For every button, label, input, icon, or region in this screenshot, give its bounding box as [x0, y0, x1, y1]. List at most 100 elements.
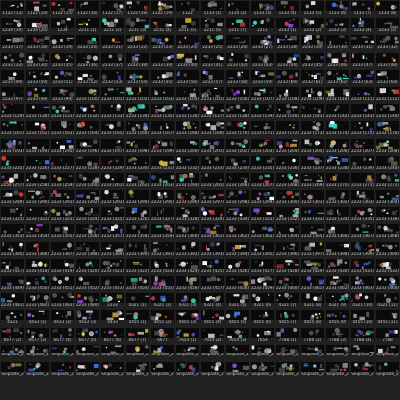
file-item[interactable]: 2233 (427) [250, 258, 275, 275]
file-item[interactable]: 2233 (206) [325, 138, 350, 155]
file-item[interactable]: 2233 (240) [375, 155, 400, 172]
file-item[interactable]: Snipaste_2 [175, 344, 200, 361]
file-item[interactable]: 2233 (140) [275, 103, 300, 120]
file-item[interactable]: 4321 (7) [275, 292, 300, 309]
file-item[interactable]: 2233 (196) [75, 138, 100, 155]
file-item[interactable]: 2233 (459) [250, 275, 275, 292]
file-item[interactable]: 2233 (430) [325, 258, 350, 275]
file-item[interactable]: 4455 (4) [200, 309, 225, 326]
file-item[interactable]: 2233 (294) [125, 189, 150, 206]
file-item[interactable]: 2233 (99) [50, 86, 75, 103]
file-item[interactable]: 1133 (2) [225, 0, 250, 17]
file-item[interactable]: 2233 (163) [50, 120, 75, 137]
file-item[interactable]: 2233 (110) [325, 86, 350, 103]
file-item[interactable]: 2233 (52) [75, 69, 100, 86]
file-item[interactable]: 2233 (301) [300, 189, 325, 206]
file-item[interactable]: 6677 [150, 327, 175, 344]
file-item[interactable]: 4433 (3) [75, 309, 100, 326]
file-item[interactable]: 2233 (303) [350, 189, 375, 206]
file-item[interactable]: 4455 (3) [175, 309, 200, 326]
file-item[interactable]: Snipaste_2 [150, 361, 175, 378]
file-item[interactable]: 2233 (18) [25, 34, 50, 51]
file-item[interactable]: 2233 (230) [125, 155, 150, 172]
file-item[interactable]: 2233 (104) [175, 86, 200, 103]
file-item[interactable]: 4321 (11) [375, 292, 400, 309]
file-item[interactable]: 2233 (170) [225, 120, 250, 137]
file-item[interactable]: 4433 [100, 309, 125, 326]
file-item[interactable]: 2233 (267) [250, 172, 275, 189]
file-item[interactable]: 2233 (326) [125, 206, 150, 223]
file-item[interactable]: 2233 (164) [75, 120, 100, 137]
file-item[interactable]: 6677 (2) [0, 327, 25, 344]
file-item[interactable]: Snipaste_2 [150, 344, 175, 361]
file-item[interactable]: Snipaste_2 [375, 361, 400, 378]
file-item[interactable]: 7788 (4) [350, 327, 375, 344]
file-item[interactable]: 2233 (204) [275, 138, 300, 155]
file-item[interactable]: Snipaste_2 [25, 361, 50, 378]
file-item[interactable]: 2233 (324) [75, 206, 100, 223]
file-item[interactable]: 2233 (365) [300, 223, 325, 240]
file-item[interactable]: 2233 (263) [150, 172, 175, 189]
file-item[interactable]: 2233 (131) [50, 103, 75, 120]
file-item[interactable]: 2233 (44) [275, 52, 300, 69]
file-item[interactable]: 2233 (17) [0, 34, 25, 51]
file-item[interactable]: 1133 (5) [300, 0, 325, 17]
file-item[interactable]: 2233 (461) [300, 275, 325, 292]
file-item[interactable]: 2211 (5) [175, 17, 200, 34]
file-item[interactable]: 2233 (22) [125, 34, 150, 51]
file-item[interactable]: 2233 (26) [225, 34, 250, 51]
file-item[interactable]: 2233 (106) [225, 86, 250, 103]
file-item[interactable]: 2233 (397) [300, 241, 325, 258]
file-item[interactable]: 2233 (207) [350, 138, 375, 155]
file-item[interactable]: 2233 (4) [350, 17, 375, 34]
file-item[interactable]: Snipaste_2 [250, 361, 275, 378]
file-item[interactable]: 2233 (228) [75, 155, 100, 172]
file-item[interactable]: 2233 (144) [375, 103, 400, 120]
file-item[interactable]: 1133 (6) [325, 0, 350, 17]
file-item[interactable]: Snipaste_2 [125, 344, 150, 361]
file-item[interactable]: 2233 (357) [100, 223, 125, 240]
file-item[interactable]: 2233 (354) [25, 223, 50, 240]
file-item[interactable]: 2233 (362) [225, 223, 250, 240]
file-item[interactable]: 2233 (458) [225, 275, 250, 292]
file-item[interactable]: 2233 (425) [200, 258, 225, 275]
file-item[interactable]: 2233 (162) [25, 120, 50, 137]
file-item[interactable]: 7788 (2) [300, 327, 325, 344]
file-item[interactable]: 7788 (3) [325, 327, 350, 344]
file-item[interactable]: 2233 (36) [75, 52, 100, 69]
file-item[interactable]: 2233 (173) [300, 120, 325, 137]
file-item[interactable]: 2233 (133) [100, 103, 125, 120]
file-item[interactable]: 2233 (56) [175, 69, 200, 86]
file-item[interactable]: 6677 (5) [75, 327, 100, 344]
file-item[interactable]: 2233 (392) [175, 241, 200, 258]
file-item[interactable]: 4321 (4) [200, 292, 225, 309]
file-item[interactable]: 2233 (431) [350, 258, 375, 275]
file-item[interactable]: 2233 (399) [350, 241, 375, 258]
file-item[interactable]: 2233 (462) [325, 275, 350, 292]
file-item[interactable]: 2233 (271) [350, 172, 375, 189]
file-item[interactable]: 1234 [50, 17, 75, 34]
file-item[interactable]: 2233 (335) [350, 206, 375, 223]
file-item[interactable]: 2233 (367) [350, 223, 375, 240]
file-item[interactable]: 2233 (269) [300, 172, 325, 189]
file-item[interactable]: 2211 (3) [125, 17, 150, 34]
file-item[interactable]: 2233 (28) [275, 34, 300, 51]
file-item[interactable]: 2233 (360) [175, 223, 200, 240]
file-item[interactable]: 1122 (17) [100, 0, 125, 17]
file-item[interactable]: 2233 (325) [100, 206, 125, 223]
file-item[interactable]: 2233 (419) [50, 258, 75, 275]
file-item[interactable]: 2233 (334) [325, 206, 350, 223]
file-item[interactable]: Snipaste_2 [125, 361, 150, 378]
file-item[interactable]: 2233 (391) [150, 241, 175, 258]
file-item[interactable]: 7788 (1) [275, 327, 300, 344]
file-item[interactable]: 2233 (451) [50, 275, 75, 292]
file-item[interactable]: 2233 (417) [0, 258, 25, 275]
file-item[interactable]: 7654 (2) [200, 327, 225, 344]
file-item[interactable]: 4455 (2) [150, 309, 175, 326]
file-item[interactable]: 2233 (136) [175, 103, 200, 120]
file-item[interactable]: 2233 (302) [325, 189, 350, 206]
file-item[interactable]: 2233 (264) [175, 172, 200, 189]
file-item[interactable]: 2233 (449) [0, 275, 25, 292]
file-item[interactable]: 2233 (297) [200, 189, 225, 206]
file-item[interactable]: Snipaste_2 [350, 361, 375, 378]
